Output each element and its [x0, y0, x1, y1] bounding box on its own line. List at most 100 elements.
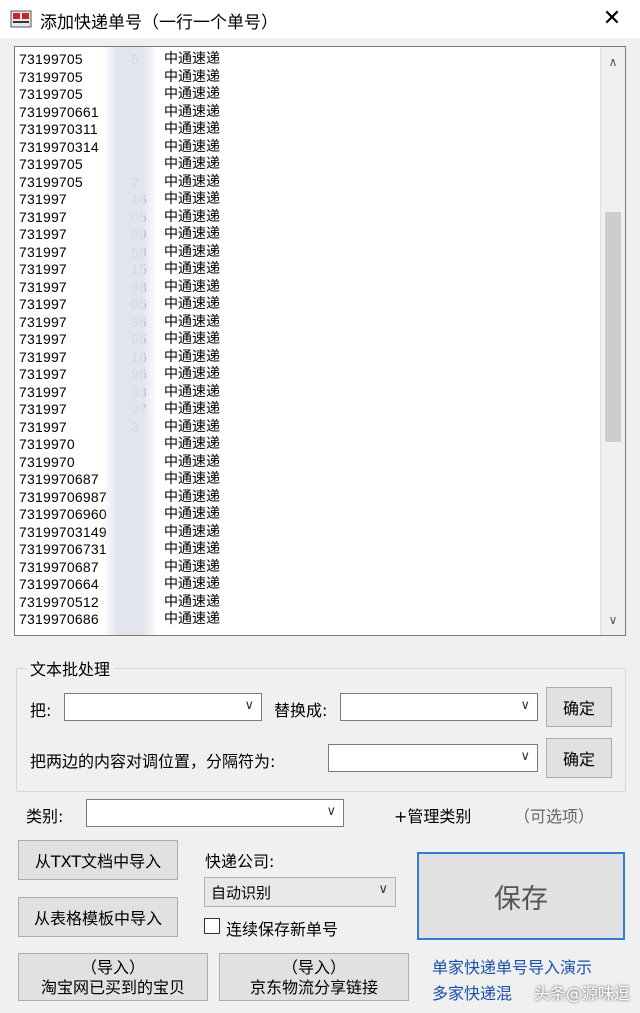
category-combo[interactable]: ∨ — [86, 799, 344, 827]
courier-name: 中通速递 — [164, 348, 220, 365]
tracking-number: 731997 — [19, 261, 67, 277]
confirm-swap-button[interactable]: 确定 — [546, 738, 612, 778]
import-table-button[interactable]: 从表格模板中导入 — [18, 897, 178, 937]
courier-combo[interactable]: 自动识别 ∨ — [204, 877, 396, 907]
replace-from-combo[interactable]: ∨ — [64, 693, 262, 721]
save-button[interactable]: 保存 — [417, 852, 625, 940]
courier-name: 中通速递 — [164, 453, 220, 470]
courier-name: 中通速递 — [164, 243, 220, 260]
courier-name: 中通速递 — [164, 471, 220, 487]
tracking-number: 731997 — [19, 296, 67, 312]
courier-name: 中通速递 — [164, 191, 220, 207]
vertical-scrollbar[interactable]: ∧ ∨ — [600, 47, 625, 635]
chevron-down-icon: ∨ — [520, 749, 530, 764]
tracking-number: 731997 — [19, 191, 67, 207]
confirm-replace-button[interactable]: 确定 — [546, 687, 612, 727]
continuous-save-checkbox[interactable] — [204, 918, 220, 934]
replace-to-combo[interactable]: ∨ — [340, 693, 538, 721]
tracking-number: 73199706731 — [19, 541, 107, 557]
courier-name: 中通速递 — [164, 331, 220, 347]
tracking-number: 7319970661 — [19, 103, 99, 120]
courier-name: 中通速递 — [164, 488, 220, 505]
courier-name: 中通速递 — [164, 296, 220, 312]
courier-name: 中通速递 — [164, 261, 220, 277]
multi-demo-link[interactable]: 多家快递混 — [432, 980, 512, 1004]
courier-name: 中通速递 — [164, 121, 220, 137]
courier-name: 中通速递 — [164, 506, 220, 522]
courier-selected: 自动识别 — [211, 884, 272, 902]
category-label: 类别: — [26, 807, 64, 826]
tracking-number: 7319970311 — [19, 121, 98, 137]
close-icon[interactable]: ✕ — [598, 6, 626, 31]
tracking-number: 7319970512 — [19, 593, 99, 610]
tracking-number: 7319970687 — [19, 471, 99, 487]
blur-overlay — [103, 47, 157, 635]
courier-name: 中通速递 — [164, 558, 220, 575]
tracking-number: 731997 — [19, 243, 67, 260]
tracking-number: 73199706987 — [19, 488, 107, 505]
chevron-down-icon: ∨ — [378, 882, 388, 897]
scroll-up-icon[interactable]: ∧ — [601, 51, 625, 73]
tracking-number: 7319970664 — [19, 576, 99, 592]
courier-name: 中通速递 — [164, 593, 220, 610]
tracking-number: 73199703149 — [19, 523, 107, 540]
tracking-number: 731997 — [19, 418, 67, 435]
courier-name: 中通速递 — [164, 541, 220, 557]
jd-line1: （导入） — [281, 958, 346, 977]
courier-name: 中通速递 — [164, 51, 220, 67]
courier-name: 中通速递 — [164, 523, 220, 540]
import-txt-button[interactable]: 从TXT文档中导入 — [18, 840, 178, 880]
separator-combo[interactable]: ∨ — [328, 744, 538, 772]
tracking-number: 731997 — [19, 366, 67, 382]
courier-name: 中通速递 — [164, 278, 220, 295]
import-jd-button[interactable]: （导入） 京东物流分享链接 — [219, 953, 409, 1001]
tracking-number: 731997 — [19, 278, 67, 295]
replace-to-label: 替换成: — [274, 701, 328, 720]
courier-name: 中通速递 — [164, 86, 220, 102]
tracking-number: 731997 — [19, 348, 67, 365]
app-icon — [10, 10, 32, 28]
taobao-line1: （导入） — [80, 958, 145, 977]
tracking-number: 73199706960 — [19, 506, 107, 522]
scrollbar-thumb[interactable] — [605, 212, 621, 442]
jd-line2: 京东物流分享链接 — [249, 978, 378, 997]
tracking-number: 7319970314 — [19, 138, 99, 155]
manage-category-link[interactable]: +管理类别 — [394, 803, 471, 827]
courier-name: 中通速递 — [164, 383, 220, 400]
continuous-save-label: 连续保存新单号 — [226, 920, 339, 939]
optional-hint: （可选项） — [514, 807, 595, 826]
window-title: 添加快递单号（一行一个单号） — [40, 13, 278, 33]
tracking-number: 731997 — [19, 313, 67, 330]
chevron-down-icon: ∨ — [244, 698, 254, 713]
tracking-number: 7319970 — [19, 453, 75, 470]
chevron-down-icon: ∨ — [520, 698, 530, 713]
tracking-number: 7319970687 — [19, 558, 99, 575]
courier-name: 中通速递 — [164, 576, 220, 592]
taobao-line2: 淘宝网已买到的宝贝 — [40, 978, 185, 997]
tracking-number: 731997 — [19, 401, 67, 417]
courier-name: 中通速递 — [164, 138, 220, 155]
tracking-number: 7319970686 — [19, 611, 99, 627]
courier-name: 中通速递 — [164, 436, 220, 452]
single-demo-link[interactable]: 单家快递单号导入演示 — [432, 954, 592, 978]
scroll-down-icon[interactable]: ∨ — [601, 609, 625, 631]
courier-name: 中通速递 — [164, 173, 220, 190]
courier-name: 中通速递 — [164, 226, 220, 242]
watermark: 头条@源味逗 — [534, 984, 631, 1003]
courier-name: 中通速递 — [164, 401, 220, 417]
tracking-number: 731997 — [19, 383, 67, 400]
tracking-number: 73199705 — [19, 51, 83, 67]
tracking-number-textarea[interactable]: 731997055中通速递73199705中通速递73199705中通速递731… — [14, 46, 626, 636]
courier-name: 中通速递 — [164, 611, 220, 627]
title-bar: 添加快递单号（一行一个单号） ✕ — [0, 0, 640, 38]
courier-name: 中通速递 — [164, 68, 220, 85]
courier-label: 快递公司: — [205, 852, 275, 871]
batch-group-title: 文本批处理 — [26, 656, 115, 680]
courier-name: 中通速递 — [164, 208, 220, 225]
tracking-number: 73199705 — [19, 156, 83, 172]
courier-name: 中通速递 — [164, 103, 220, 120]
tracking-number: 731997 — [19, 226, 67, 242]
courier-name: 中通速递 — [164, 418, 220, 435]
chevron-down-icon: ∨ — [326, 804, 336, 819]
import-taobao-button[interactable]: （导入） 淘宝网已买到的宝贝 — [18, 953, 208, 1001]
